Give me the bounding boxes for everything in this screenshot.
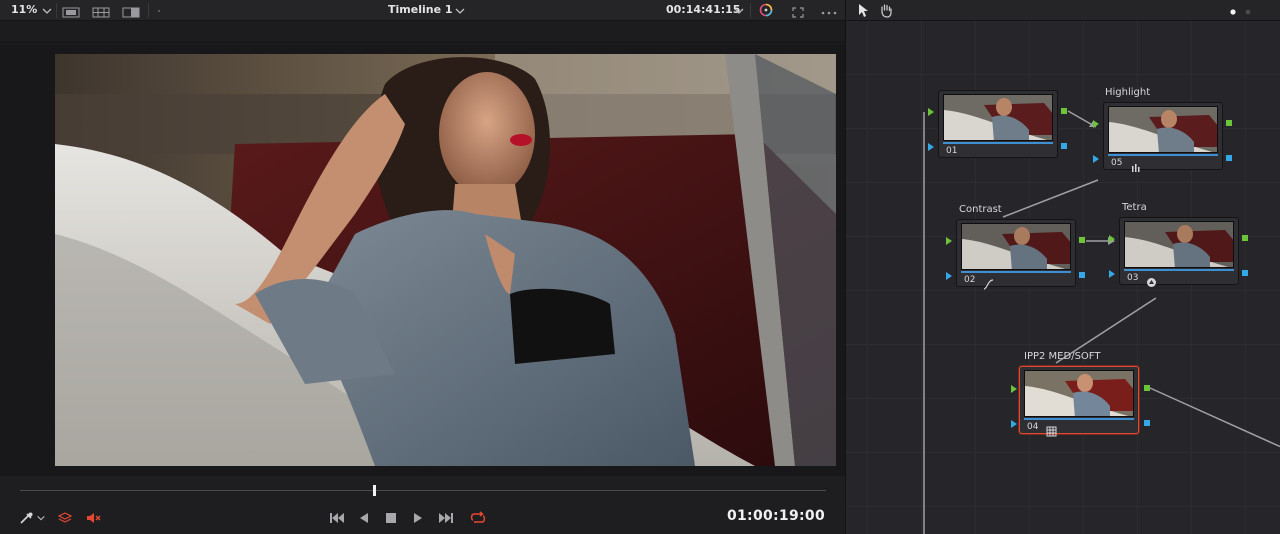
rgb-output-port[interactable] [1242,235,1248,241]
node-02-contrast[interactable]: 02 [956,219,1076,290]
resolve-color-page: 11% Timeline 1 00:14:41:15 01:00:19:00 0… [0,0,1280,534]
rgb-input-port[interactable] [1093,120,1099,128]
curve-icon [983,275,994,290]
alpha-input-port[interactable] [1011,420,1017,428]
timeline-scrubber[interactable] [0,476,845,504]
alpha-output-port[interactable] [1079,272,1085,278]
viewer-toolbar: 11% Timeline 1 00:14:41:15 [0,0,845,21]
video-frame-image [55,54,836,466]
node-status-bar [943,142,1053,144]
node-thumbnail [1108,106,1218,153]
stop-icon[interactable] [380,508,402,528]
node-number: 01 [946,146,958,156]
split-viewer-icon[interactable] [92,4,110,18]
record-timecode: 01:00:19:00 [726,508,825,524]
node-label: Tetra [1122,202,1147,213]
bars-icon [1130,158,1141,172]
chevron-down-icon[interactable] [454,3,466,17]
alpha-input-port[interactable] [1109,270,1115,278]
video-frame [55,54,836,466]
alpha-input-port[interactable] [928,143,934,151]
node-thumbnail [961,223,1071,270]
skip-to-start-icon[interactable] [326,508,348,528]
play-reverse-icon[interactable] [353,508,375,528]
node-status-bar [1124,269,1234,271]
transport-controls: 01:00:19:00 [0,504,845,534]
alpha-output-port[interactable] [1242,270,1248,276]
node-label: IPP2 MED/SOFT [1024,351,1101,362]
toolbar-divider [750,3,751,18]
node-status-bar [1108,154,1218,156]
node-01[interactable]: 01 [938,90,1058,158]
viewer-panel: 11% Timeline 1 00:14:41:15 01:00:19:00 [0,0,845,534]
chevron-down-icon[interactable] [41,3,53,17]
layers-icon[interactable] [54,508,76,528]
rgb-input-port[interactable] [946,237,952,245]
toolbar-divider [56,3,57,18]
zoom-level[interactable]: 11% [11,3,37,17]
timeline-name[interactable]: Timeline 1 [388,3,453,17]
lut-icon [1146,273,1157,287]
rgb-input-port[interactable] [1109,235,1115,243]
node-number: 04 [1027,422,1039,432]
color-wheel-icon[interactable] [758,2,774,18]
rgb-output-port[interactable] [1144,385,1150,391]
scrubber-track[interactable] [20,490,826,491]
node-thumbnail [1024,370,1134,417]
chevron-down-icon[interactable] [733,3,745,17]
toolbar-divider [148,3,149,18]
rgb-output-port[interactable] [1226,120,1232,126]
alpha-input-port[interactable] [1093,155,1099,163]
rgb-input-port[interactable] [928,108,934,116]
node-thumbnail [943,94,1053,141]
more-options-icon[interactable] [820,4,838,17]
dot-indicator-icon [156,4,162,17]
node-status-bar [1024,418,1134,420]
viewer-canvas[interactable] [0,44,845,476]
loop-icon[interactable] [467,508,489,528]
node-number: 02 [964,275,976,285]
node-label: Contrast [959,204,1002,215]
play-icon[interactable] [407,508,429,528]
playhead[interactable] [373,485,377,496]
node-number: 05 [1111,158,1123,168]
fullscreen-icon[interactable] [791,4,805,18]
alpha-output-port[interactable] [1226,155,1232,161]
source-timecode[interactable]: 00:14:41:15 [666,3,740,17]
compare-viewer-icon[interactable] [122,4,140,18]
rgb-input-port[interactable] [1011,385,1017,393]
node-label: Highlight [1105,87,1151,98]
node-number: 03 [1127,273,1139,283]
node-editor[interactable]: 01 Highlight 05 Contrast 02 Tetra 03 IPP… [845,0,1280,534]
mute-icon[interactable] [83,508,105,528]
rgb-output-port[interactable] [1079,237,1085,243]
skip-to-end-icon[interactable] [435,508,457,528]
rgb-output-port[interactable] [1061,108,1067,114]
viewer-subbar [0,21,845,43]
node-thumbnail [1124,221,1234,268]
chevron-down-icon[interactable] [34,508,48,528]
alpha-output-port[interactable] [1061,143,1067,149]
node-04-ipp2-med-soft[interactable]: 04 [1019,366,1139,437]
grid-icon [1046,422,1057,437]
single-viewer-icon[interactable] [62,4,80,18]
node-status-bar [961,271,1071,273]
node-05-highlight[interactable]: 05 [1103,102,1223,172]
alpha-input-port[interactable] [946,272,952,280]
node-03-tetra[interactable]: 03 [1119,217,1239,287]
alpha-output-port[interactable] [1144,420,1150,426]
